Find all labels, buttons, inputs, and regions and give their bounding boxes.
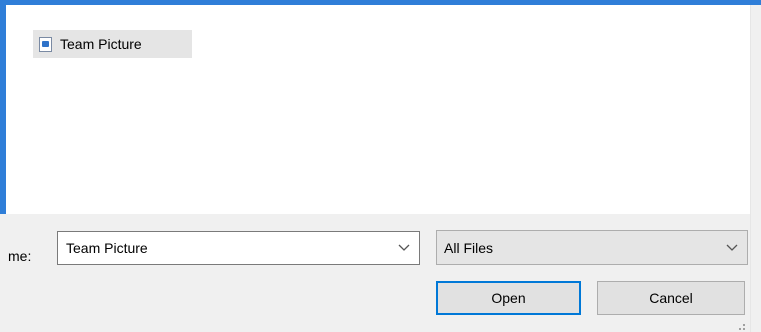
file-item-label: Team Picture xyxy=(60,36,142,52)
image-file-icon xyxy=(39,36,52,52)
filename-label: me: xyxy=(8,248,32,264)
filetype-select[interactable]: All Files xyxy=(436,230,748,265)
chevron-down-icon[interactable] xyxy=(389,244,419,252)
scrollbar-track[interactable] xyxy=(750,5,761,332)
filename-input[interactable]: Team Picture xyxy=(58,240,389,256)
resize-grip-icon[interactable] xyxy=(733,324,747,332)
cancel-button[interactable]: Cancel xyxy=(597,281,745,315)
filetype-value: All Files xyxy=(444,239,494,256)
open-button[interactable]: Open xyxy=(436,281,581,315)
filename-combobox[interactable]: Team Picture xyxy=(57,231,420,265)
file-item-team-picture[interactable]: Team Picture xyxy=(33,30,192,58)
chevron-down-icon xyxy=(717,244,747,252)
